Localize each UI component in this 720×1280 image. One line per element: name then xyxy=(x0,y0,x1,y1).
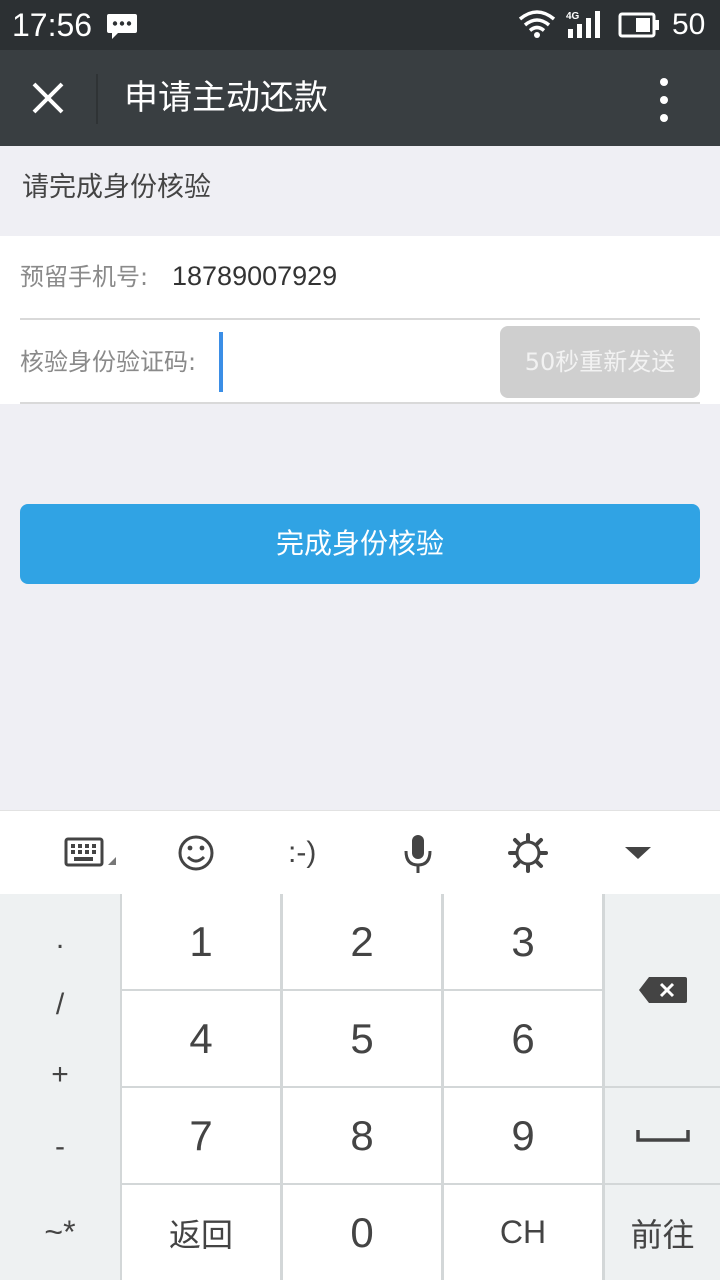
battery-level: 50 xyxy=(672,8,706,41)
backspace-icon xyxy=(638,977,687,1003)
emoticon-button[interactable]: :-) xyxy=(288,829,328,877)
page-title: 申请主动还款 xyxy=(124,78,328,118)
keyboard-switch-icon[interactable] xyxy=(64,829,120,877)
message-notification-icon xyxy=(107,14,137,39)
emoticon-label: :-) xyxy=(288,836,317,869)
key-1[interactable]: 1 xyxy=(122,894,280,989)
microphone-icon[interactable] xyxy=(400,829,436,877)
section-title: 请完成身份核验 xyxy=(22,172,211,203)
phone-value: 18789007929 xyxy=(172,261,338,291)
row-divider xyxy=(20,318,700,320)
key-9[interactable]: 9 xyxy=(444,1088,602,1183)
more-options-icon[interactable] xyxy=(644,72,684,128)
key-0[interactable]: 0 xyxy=(283,1185,441,1280)
title-bar: 申请主动还款 xyxy=(0,50,720,146)
numeric-keyboard: . / + - ~* 1 2 3 4 5 6 7 8 9 返回 0 CH 前往 xyxy=(0,894,720,1280)
key-6[interactable]: 6 xyxy=(444,991,602,1086)
go-key[interactable]: 前往 xyxy=(605,1185,720,1280)
status-time: 17:56 xyxy=(12,7,93,43)
settings-gear-icon[interactable] xyxy=(506,829,550,877)
symbol-slash[interactable]: / xyxy=(0,988,120,1022)
close-icon[interactable] xyxy=(20,70,76,126)
wifi-icon xyxy=(518,10,556,38)
key-2[interactable]: 2 xyxy=(283,894,441,989)
back-key[interactable]: 返回 xyxy=(122,1185,280,1280)
space-icon xyxy=(635,1129,690,1142)
backspace-key[interactable] xyxy=(605,894,720,1086)
symbol-plus[interactable]: + xyxy=(0,1058,120,1092)
hide-keyboard-icon[interactable] xyxy=(622,829,654,877)
phone-label: 预留手机号: xyxy=(20,263,149,291)
ch-key[interactable]: CH xyxy=(444,1185,602,1280)
complete-verification-button[interactable]: 完成身份核验 xyxy=(20,504,700,584)
symbol-minus[interactable]: - xyxy=(0,1130,120,1164)
symbol-dot[interactable]: . xyxy=(0,922,120,956)
code-label: 核验身份验证码: xyxy=(20,348,197,376)
verification-code-input[interactable] xyxy=(216,330,486,392)
text-caret xyxy=(219,332,223,392)
title-divider xyxy=(96,74,98,124)
row-divider xyxy=(20,402,700,404)
key-8[interactable]: 8 xyxy=(283,1088,441,1183)
key-5[interactable]: 5 xyxy=(283,991,441,1086)
key-4[interactable]: 4 xyxy=(122,991,280,1086)
network-type-label: 4G xyxy=(566,11,580,22)
key-3[interactable]: 3 xyxy=(444,894,602,989)
key-7[interactable]: 7 xyxy=(122,1088,280,1183)
resend-code-button[interactable]: 50秒重新发送 xyxy=(500,326,700,398)
symbol-column[interactable]: . / + - xyxy=(0,894,120,1184)
space-key[interactable] xyxy=(605,1088,720,1183)
status-bar: 17:56 4G 50 xyxy=(0,0,720,50)
symbols-key[interactable]: ~* xyxy=(0,1184,120,1280)
battery-icon xyxy=(618,12,659,38)
signal-icon: 4G xyxy=(566,11,600,38)
emoji-icon[interactable] xyxy=(174,829,218,877)
keyboard-toolbar: :-) xyxy=(0,810,720,894)
